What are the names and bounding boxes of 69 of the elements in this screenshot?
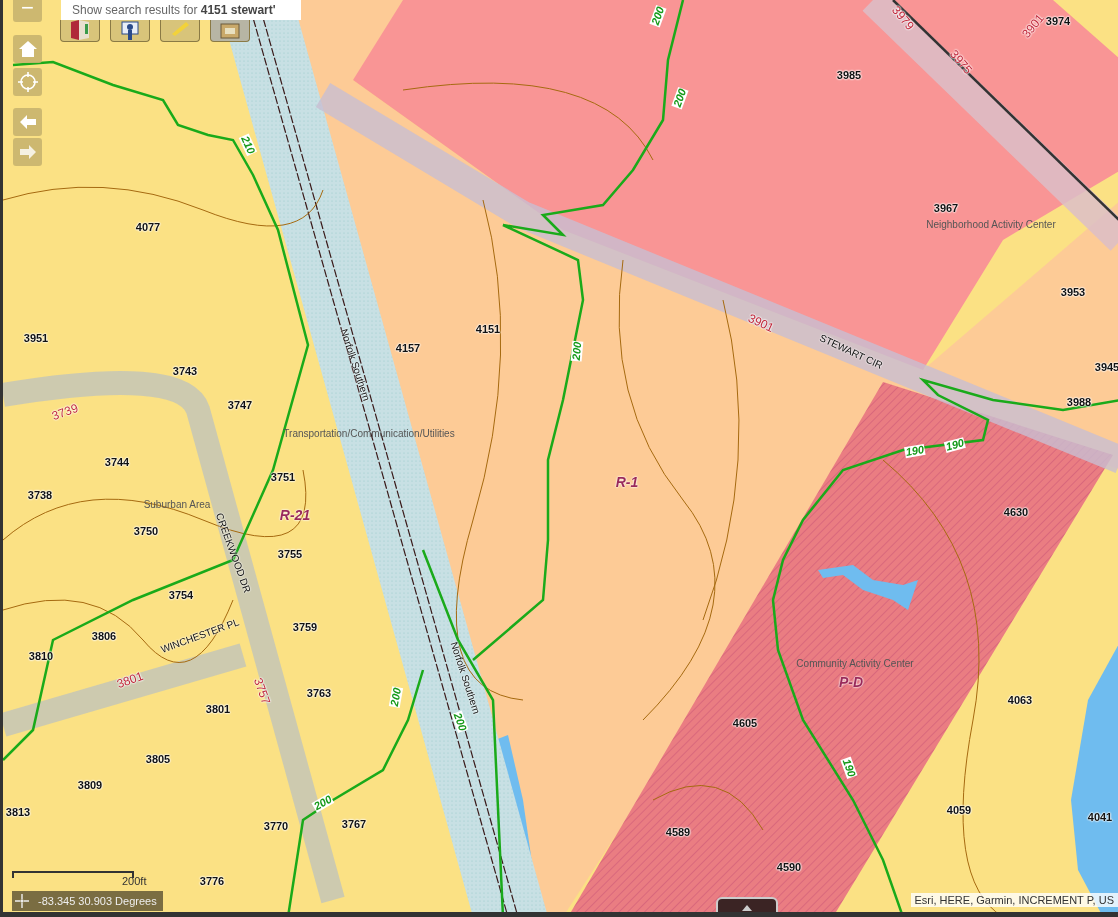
parcel-number: 4063 xyxy=(1007,694,1033,706)
parcel-number: 3754 xyxy=(168,589,194,601)
expand-button[interactable] xyxy=(716,897,778,912)
parcel-number: 3967 xyxy=(933,202,959,214)
parcel-number: 3751 xyxy=(270,471,296,483)
left-arrow-icon xyxy=(19,115,36,129)
parcel-number: 4630 xyxy=(1003,506,1029,518)
parcel-number: 3755 xyxy=(277,548,303,560)
parcel-number: 4059 xyxy=(946,804,972,816)
parcel-number: 4151 xyxy=(475,323,501,335)
parcel-number: 3743 xyxy=(172,365,198,377)
contour-label: 200 xyxy=(388,686,404,708)
back-button[interactable] xyxy=(13,108,42,136)
parcel-number: 3945 xyxy=(1094,361,1118,373)
parcel-number: 3974 xyxy=(1045,15,1071,27)
parcel-number: 3763 xyxy=(306,687,332,699)
land-use-label: Suburban Area xyxy=(143,500,211,510)
locate-button[interactable] xyxy=(13,68,42,96)
parcel-number: 3809 xyxy=(77,779,103,791)
parcel-number: 3770 xyxy=(263,820,289,832)
parcel-number: 3805 xyxy=(145,753,171,765)
book-icon xyxy=(69,20,91,40)
parcel-number: 3988 xyxy=(1066,396,1092,408)
parcel-number: 4041 xyxy=(1087,811,1113,823)
parcel-number: 3813 xyxy=(5,806,31,818)
address-label: 3901 xyxy=(746,311,776,335)
box-icon xyxy=(219,20,241,40)
crosshair-icon xyxy=(17,72,38,92)
address-label: 3739 xyxy=(50,401,80,423)
parcel-number: 3953 xyxy=(1060,286,1086,298)
road-name: Norfolk Southern xyxy=(338,327,372,403)
parcel-number: 3759 xyxy=(292,621,318,633)
figure-icon xyxy=(120,20,140,41)
land-use-label: Community Activity Center xyxy=(796,659,914,669)
contour-label: 210 xyxy=(238,133,258,157)
toolbar-button[interactable] xyxy=(60,20,100,42)
parcel-number: 3951 xyxy=(23,332,49,344)
parcel-number: 3744 xyxy=(104,456,130,468)
right-arrow-icon xyxy=(19,145,36,159)
caret-icon xyxy=(742,905,752,911)
zoning-label: P-D xyxy=(838,675,864,689)
toolbar-button[interactable] xyxy=(110,20,150,42)
address-label: 3757 xyxy=(251,676,273,706)
coordinates-text: -83.345 30.903 Degrees xyxy=(38,895,157,907)
forward-button[interactable] xyxy=(13,138,42,166)
parcel-number: 3776 xyxy=(199,875,225,887)
toolbar-button[interactable] xyxy=(210,20,250,42)
scale-label: 200ft xyxy=(122,875,147,887)
parcel-number: 4590 xyxy=(776,861,802,873)
parcel-number: 4157 xyxy=(395,342,421,354)
parcel-number: 3750 xyxy=(133,525,159,537)
search-suggestion[interactable]: Show search results for 4151 stewart' xyxy=(61,0,301,20)
address-label: 3801 xyxy=(115,669,145,691)
parcel-number: 4589 xyxy=(665,826,691,838)
zoning-label: R-21 xyxy=(279,508,311,522)
parcel-number: 4605 xyxy=(732,717,758,729)
home-button[interactable] xyxy=(13,35,42,63)
parcel-number: 3767 xyxy=(341,818,367,830)
parcel-number: 3747 xyxy=(227,399,253,411)
parcel-number: 4077 xyxy=(135,221,161,233)
parcel-number: 3985 xyxy=(836,69,862,81)
parcel-number: 3738 xyxy=(27,489,53,501)
parcel-number: 3806 xyxy=(91,630,117,642)
zoning-label: R-1 xyxy=(615,475,639,489)
parcel-number: 3801 xyxy=(205,703,231,715)
attribution-text: Esri, HERE, Garmin, INCREMENT P, US xyxy=(910,893,1118,907)
home-icon xyxy=(18,41,37,57)
crosshair-icon xyxy=(12,891,32,911)
land-use-label: Neighborhood Activity Center xyxy=(926,220,1056,230)
